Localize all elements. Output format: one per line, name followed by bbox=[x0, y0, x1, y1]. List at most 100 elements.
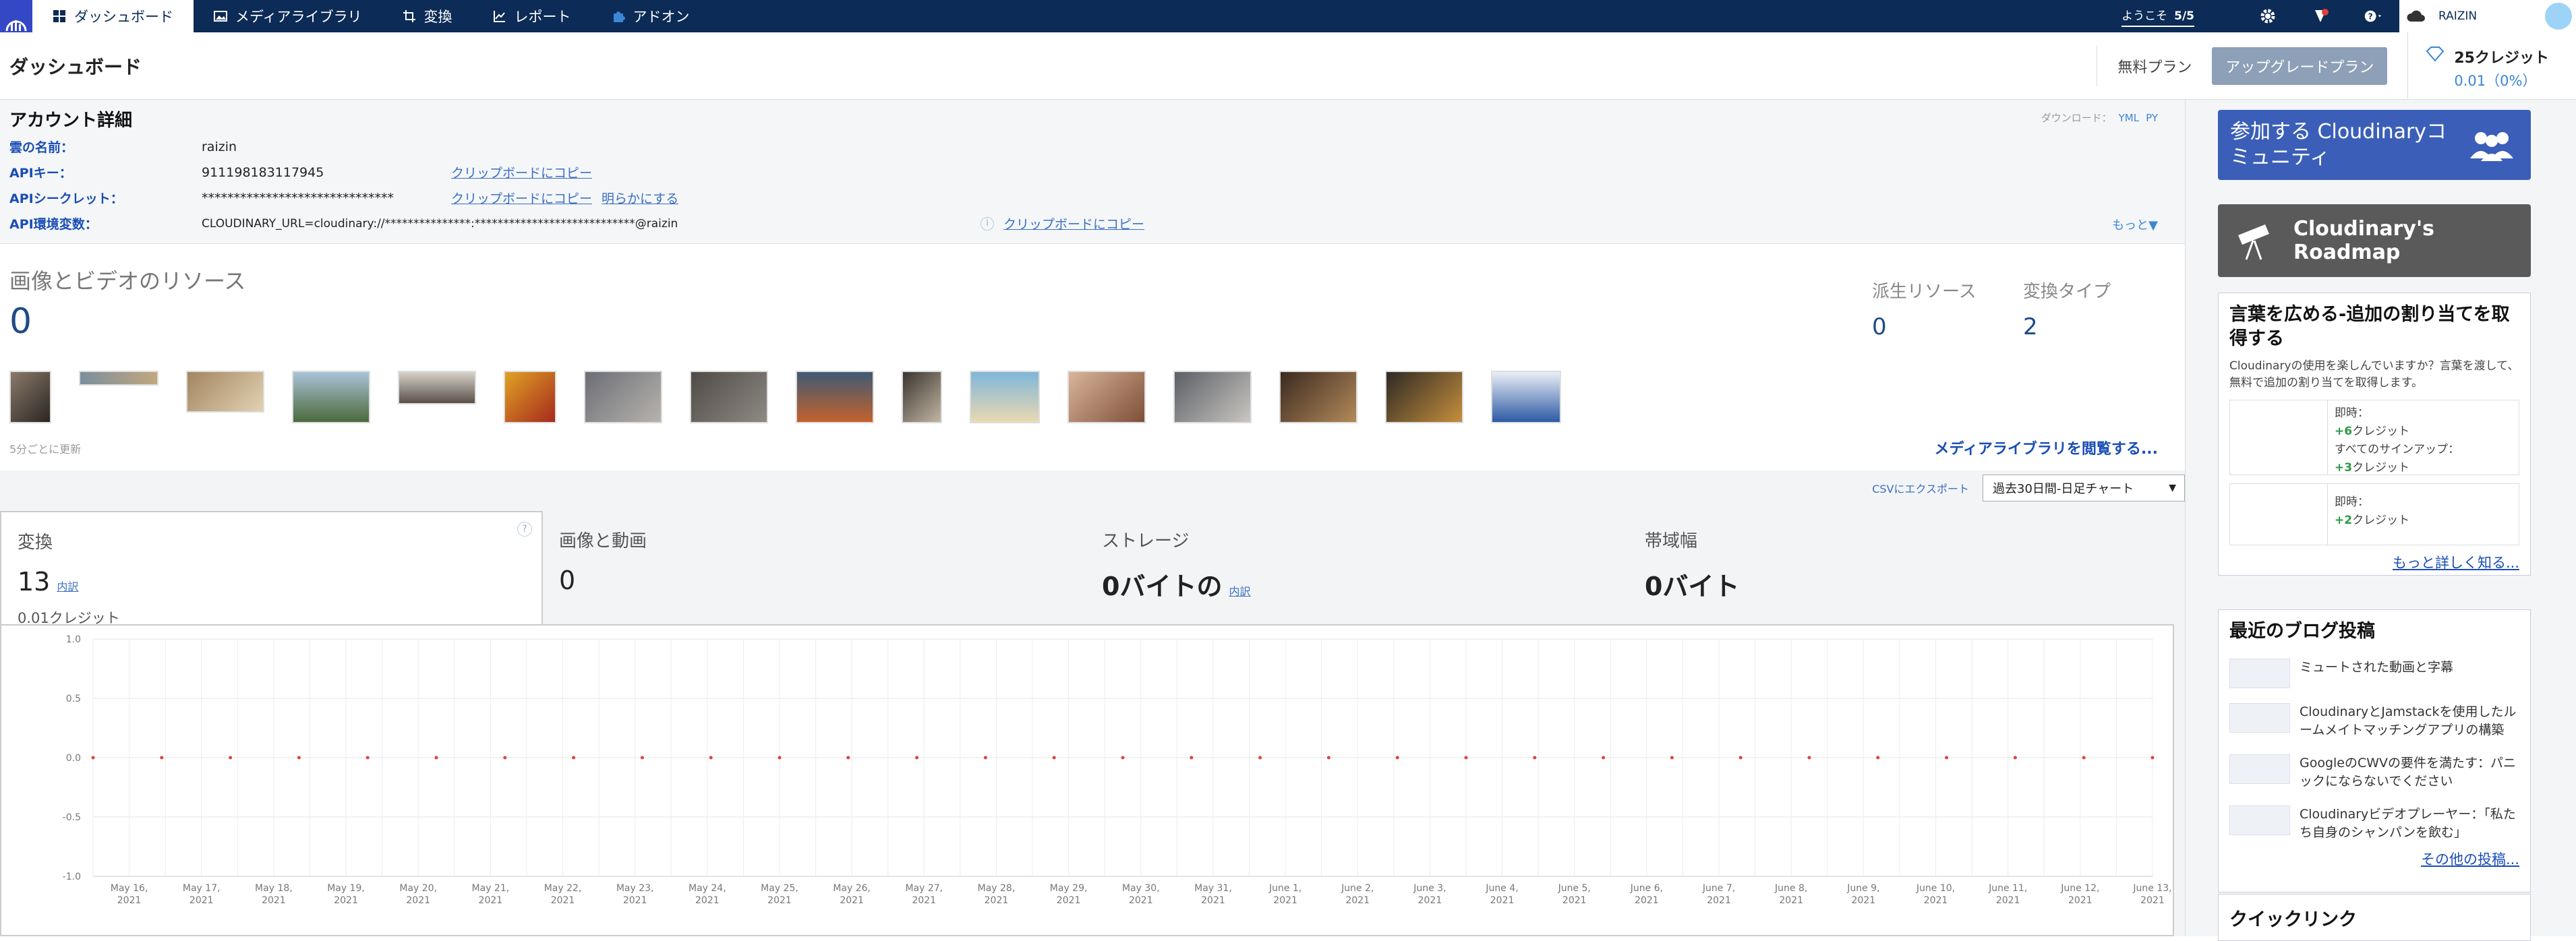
chart-icon bbox=[493, 11, 505, 22]
data-point bbox=[160, 756, 164, 760]
thumbnail[interactable] bbox=[584, 371, 662, 423]
browse-media-library-link[interactable]: メディアライブラリを閲覧する... bbox=[1934, 437, 2158, 458]
nav-label: 変換 bbox=[423, 9, 452, 25]
sample-thumbnails bbox=[9, 371, 1589, 423]
thumbnail[interactable] bbox=[79, 371, 158, 386]
data-point bbox=[846, 756, 850, 760]
x-tick-label: 2021 bbox=[1057, 895, 1081, 906]
x-tick-label: June 3, bbox=[1413, 883, 1446, 894]
data-point bbox=[1395, 756, 1399, 760]
export-csv-link[interactable]: CSVにエクスポート bbox=[1872, 480, 1969, 496]
thumbnail[interactable] bbox=[1385, 371, 1463, 423]
x-tick-label: 2021 bbox=[1490, 895, 1515, 906]
range-select[interactable]: 過去30日間-日足チャート ▼ bbox=[1983, 475, 2185, 502]
upgrade-plan-button[interactable]: アップグレードプラン bbox=[2212, 47, 2388, 85]
x-tick-label: 2021 bbox=[985, 895, 1009, 906]
x-tick-label: 2021 bbox=[1852, 895, 1876, 906]
x-tick-label: 2021 bbox=[189, 895, 214, 906]
download-yml-link[interactable]: YML bbox=[2119, 112, 2139, 124]
x-tick-label: May 25, bbox=[761, 883, 798, 894]
thumbnail[interactable] bbox=[1491, 371, 1561, 423]
quota-text: 即時： +6クレジット すべてのサインアップ： +3クレジット bbox=[2328, 400, 2466, 475]
spread-title: 言葉を広める-追加の割り当てを取得する bbox=[2229, 304, 2510, 349]
page-title: ダッシュボード bbox=[9, 55, 142, 78]
nav-transformations[interactable]: 変換 bbox=[382, 0, 473, 32]
x-tick-label: 2021 bbox=[1996, 895, 2020, 906]
thumbnail[interactable] bbox=[398, 371, 476, 404]
cloudinary-logo[interactable] bbox=[0, 0, 32, 32]
thumbnail[interactable] bbox=[1279, 371, 1357, 423]
thumbnail[interactable] bbox=[504, 371, 556, 423]
blog-post[interactable]: GoogleのCWVの要件を満たす：パニックにならないでください bbox=[2229, 754, 2519, 791]
x-tick-label: May 31, bbox=[1194, 883, 1232, 894]
x-tick-label: 2021 bbox=[1707, 895, 1731, 906]
breakdown-link[interactable]: 内訳 bbox=[57, 580, 78, 593]
nav-dashboard[interactable]: ダッシュボード bbox=[32, 0, 194, 32]
copy-env-link[interactable]: クリップボードにコピー bbox=[1003, 214, 1144, 233]
crop-icon bbox=[403, 10, 415, 22]
usage-panel: CSVにエクスポート 過去30日間-日足チャート ▼ 変換 13 内訳 0.01ク… bbox=[0, 470, 2185, 936]
reveal-secret-link[interactable]: 明らかにする bbox=[602, 189, 678, 207]
tab-bandwidth[interactable]: 帯域幅 0バイト bbox=[1629, 511, 2171, 626]
thumbnail[interactable] bbox=[970, 371, 1040, 423]
avatar[interactable] bbox=[2545, 3, 2572, 30]
x-tick-label: 2021 bbox=[912, 895, 936, 906]
breakdown-link[interactable]: 内訳 bbox=[1229, 585, 1250, 598]
tab-transformations[interactable]: 変換 13 内訳 0.01クレジット ? bbox=[0, 511, 543, 626]
x-tick-label: 2021 bbox=[406, 895, 430, 906]
nav-reports[interactable]: レポート bbox=[473, 0, 591, 32]
blog-post[interactable]: CloudinaryとJamstackを使用したルームメイトマッチングアプリの構… bbox=[2229, 703, 2519, 739]
gear-icon[interactable] bbox=[2259, 7, 2277, 25]
blog-post[interactable]: Cloudinaryビデオプレーヤー：「私たち自身のシャンパンを飲む」 bbox=[2229, 806, 2519, 842]
transformations-count: 13 bbox=[18, 567, 51, 597]
thumbnail[interactable] bbox=[1173, 371, 1252, 423]
transform-types-label: 変換タイプ bbox=[2023, 282, 2111, 302]
credits-summary[interactable]: 25クレジット 0.01（0%） bbox=[2407, 32, 2576, 100]
tab-label: 変換 bbox=[18, 533, 53, 553]
thumbnail[interactable] bbox=[796, 371, 874, 423]
x-tick-label: May 17, bbox=[183, 883, 221, 894]
learn-more-link[interactable]: もっと詳しく知る... bbox=[2229, 552, 2519, 572]
data-point bbox=[915, 756, 919, 760]
download-py-link[interactable]: PY bbox=[2146, 112, 2158, 124]
tab-value: 0バイト bbox=[1645, 572, 1740, 601]
blog-thumbnail bbox=[2229, 806, 2290, 835]
help-icon[interactable]: ? bbox=[517, 522, 532, 537]
help-icon[interactable]: ? bbox=[2364, 7, 2382, 25]
thumbnail[interactable] bbox=[690, 371, 768, 423]
x-tick-label: 2021 bbox=[2140, 895, 2165, 906]
tab-storage[interactable]: ストレージ 0バイトの 内訳 bbox=[1086, 511, 1629, 626]
thumbnail[interactable] bbox=[9, 371, 51, 423]
roadmap-banner[interactable]: Cloudinary's Roadmap bbox=[2218, 204, 2531, 277]
x-tick-label: 2021 bbox=[1345, 895, 1370, 906]
blog-box: 最近のブログ投稿 ミュートされた動画と字幕 CloudinaryとJamstac… bbox=[2218, 609, 2531, 892]
blog-post-title: ミュートされた動画と字幕 bbox=[2300, 660, 2454, 675]
thumbnail[interactable] bbox=[902, 371, 942, 423]
join-community-banner[interactable]: 参加する Cloudinaryコミュニティ bbox=[2218, 110, 2531, 180]
other-posts-link[interactable]: その他の投稿... bbox=[2229, 849, 2519, 869]
more-toggle[interactable]: もっと▼ bbox=[2112, 216, 2158, 233]
nav-media-library[interactable]: メディアライブラリ bbox=[194, 0, 382, 32]
range-select-value: 過去30日間-日足チャート bbox=[1993, 482, 2134, 496]
thumbnail[interactable] bbox=[186, 371, 264, 413]
data-point bbox=[1945, 756, 1949, 760]
api-secret-row: APIシークレット： *****************************… bbox=[9, 189, 678, 207]
x-tick-label: June 12, bbox=[2060, 883, 2099, 894]
blog-post[interactable]: ミュートされた動画と字幕 bbox=[2229, 659, 2519, 688]
tab-label: 画像と動画 bbox=[559, 531, 647, 551]
x-tick-label: May 23, bbox=[616, 883, 654, 894]
thumbnail[interactable] bbox=[1067, 371, 1146, 423]
copy-api-key-link[interactable]: クリップボードにコピー bbox=[451, 163, 592, 181]
tab-images-videos[interactable]: 画像と動画 0 bbox=[543, 511, 1086, 626]
usage-chart: 1.0 0.5 0.0 -0.5 -1.0 May 16, 2021 May 17, 2021 M… bbox=[0, 624, 2174, 936]
welcome-usage[interactable]: ようこそ 5/5 bbox=[2121, 6, 2194, 27]
notification-icon[interactable] bbox=[2312, 7, 2329, 25]
thumbnail[interactable] bbox=[292, 371, 370, 423]
data-point bbox=[365, 756, 370, 760]
account-menu[interactable]: RAIZIN bbox=[2399, 0, 2576, 32]
copy-api-secret-link[interactable]: クリップボードにコピー bbox=[451, 189, 592, 207]
x-tick-label: 2021 bbox=[1562, 895, 1587, 906]
nav-addons[interactable]: アドオン bbox=[591, 0, 710, 32]
main-nav: ダッシュボード メディアライブラリ 変換 レポート アドオン bbox=[32, 0, 710, 32]
x-tick-label: 2021 bbox=[840, 895, 864, 906]
